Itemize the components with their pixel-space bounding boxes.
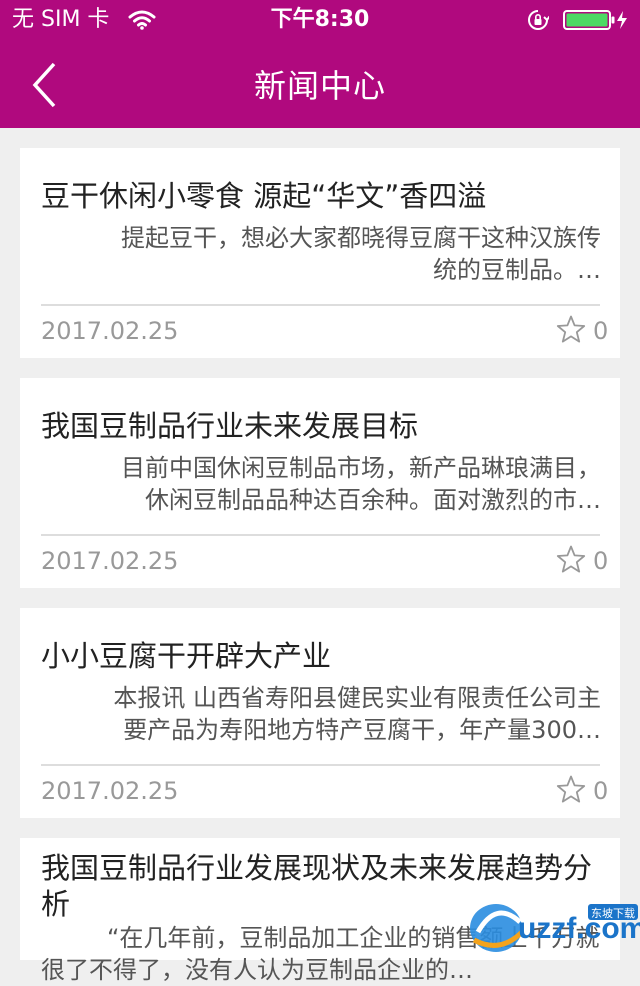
- news-card[interactable]: 小小豆腐干开辟大产业 本报讯 山西省寿阳县健民实业有限责任公司主要产品为寿阳地方…: [20, 608, 620, 818]
- watermark-logo: uzzf.com 东坡下载: [470, 904, 640, 952]
- page-title: 新闻中心: [253, 67, 386, 105]
- news-summary: 本报讯 山西省寿阳县健民实业有限责任公司主要产品为寿阳地方特产豆腐干，年产量30…: [113, 684, 601, 744]
- watermark-subtext: 东坡下载: [591, 907, 635, 920]
- divider: [41, 534, 600, 536]
- nav-bar: 新闻中心: [0, 40, 640, 128]
- charging-icon: [617, 11, 627, 29]
- news-summary: 提起豆干，想必大家都晓得豆腐干这种汉族传统的豆制品。…: [121, 224, 601, 284]
- star-icon[interactable]: [555, 314, 587, 346]
- rotation-lock-icon: [528, 10, 549, 30]
- favorite-count: 0: [593, 317, 609, 345]
- news-card[interactable]: 豆干休闲小零食 源起“华文”香四溢 提起豆干，想必大家都晓得豆腐干这种汉族传统的…: [20, 148, 620, 358]
- news-summary: 目前中国休闲豆制品市场，新产品琳琅满目，休闲豆制品品种达百余种。面对激烈的市…: [121, 454, 601, 514]
- news-title[interactable]: 小小豆腐干开辟大产业: [41, 638, 601, 674]
- news-date: 2017.02.25: [41, 777, 179, 805]
- star-icon[interactable]: [555, 544, 587, 576]
- news-date: 2017.02.25: [41, 317, 179, 345]
- news-title[interactable]: 豆干休闲小零食 源起“华文”香四溢: [41, 178, 601, 214]
- battery-icon: [563, 10, 615, 30]
- status-bar: 无 SIM 卡 下午8:30: [0, 0, 640, 40]
- favorite-count: 0: [593, 777, 609, 805]
- favorite-count: 0: [593, 547, 609, 575]
- news-date: 2017.02.25: [41, 547, 179, 575]
- news-card[interactable]: 我国豆制品行业未来发展目标 目前中国休闲豆制品市场，新产品琳琅满目，休闲豆制品品…: [20, 378, 620, 588]
- divider: [41, 304, 600, 306]
- star-icon[interactable]: [555, 774, 587, 806]
- divider: [41, 764, 600, 766]
- news-title[interactable]: 我国豆制品行业未来发展目标: [41, 408, 601, 444]
